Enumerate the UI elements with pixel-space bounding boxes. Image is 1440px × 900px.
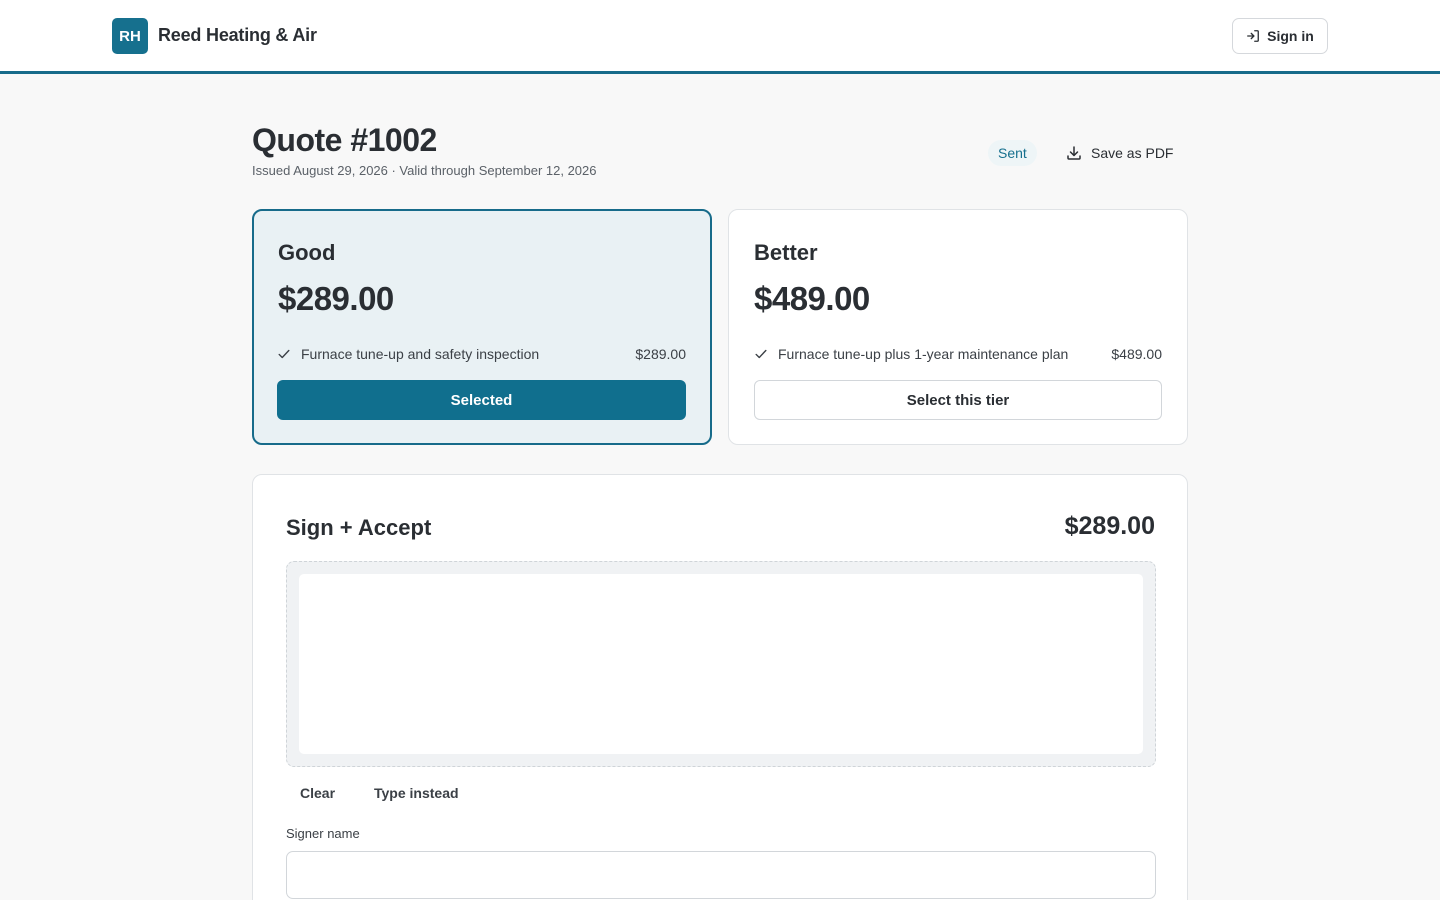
top-nav-bar: RH Reed Heating & Air Sign in — [0, 0, 1440, 74]
download-icon — [1067, 146, 1081, 160]
selected-tier-button[interactable]: Selected — [277, 380, 686, 420]
sign-in-label: Sign in — [1267, 28, 1314, 44]
logo-badge: RH — [112, 18, 148, 54]
logo-initials: RH — [119, 27, 141, 45]
tier-name: Good — [278, 240, 336, 265]
sign-section-title: Sign + Accept — [286, 515, 432, 540]
sign-total-amount: $289.00 — [1064, 512, 1155, 540]
tier-line-item: Furnace tune-up plus 1-year maintenance … — [754, 344, 1162, 364]
type-instead-button[interactable]: Type instead — [374, 781, 459, 805]
check-icon — [755, 349, 767, 359]
tier-line-item: Furnace tune-up and safety inspection $2… — [277, 344, 686, 364]
save-pdf-label: Save as PDF — [1091, 145, 1174, 161]
tier-card-better[interactable]: Better $489.00 Furnace tune-up plus 1-ye… — [728, 209, 1188, 445]
line-item-description: Furnace tune-up plus 1-year maintenance … — [778, 346, 1069, 362]
signer-name-label: Signer name — [286, 826, 360, 841]
signer-name-input[interactable] — [286, 851, 1156, 899]
tier-price: $289.00 — [278, 280, 394, 317]
select-tier-button[interactable]: Select this tier — [754, 380, 1162, 420]
tier-price: $489.00 — [754, 280, 870, 317]
line-item-description: Furnace tune-up and safety inspection — [301, 346, 540, 362]
tier-card-good[interactable]: Good $289.00 Furnace tune-up and safety … — [252, 209, 712, 445]
sign-in-arrow-icon — [1247, 30, 1260, 42]
save-pdf-button[interactable]: Save as PDF — [1056, 138, 1183, 168]
check-icon — [278, 349, 290, 359]
line-item-amount: $289.00 — [635, 346, 686, 362]
sign-accept-panel: Sign + Accept $289.00 Clear Type instead… — [252, 474, 1188, 900]
tier-name: Better — [754, 240, 818, 265]
clear-signature-button[interactable]: Clear — [300, 781, 335, 805]
sign-in-button[interactable]: Sign in — [1232, 18, 1328, 54]
signature-pad-frame — [286, 561, 1156, 767]
brand-name: Reed Heating & Air — [158, 25, 317, 45]
line-item-amount: $489.00 — [1111, 346, 1162, 362]
signature-pad[interactable] — [299, 574, 1143, 754]
quote-dates: Issued August 29, 2026 · Valid through S… — [252, 163, 597, 178]
status-badge: Sent — [988, 140, 1037, 166]
page-title: Quote #1002 — [252, 122, 437, 158]
